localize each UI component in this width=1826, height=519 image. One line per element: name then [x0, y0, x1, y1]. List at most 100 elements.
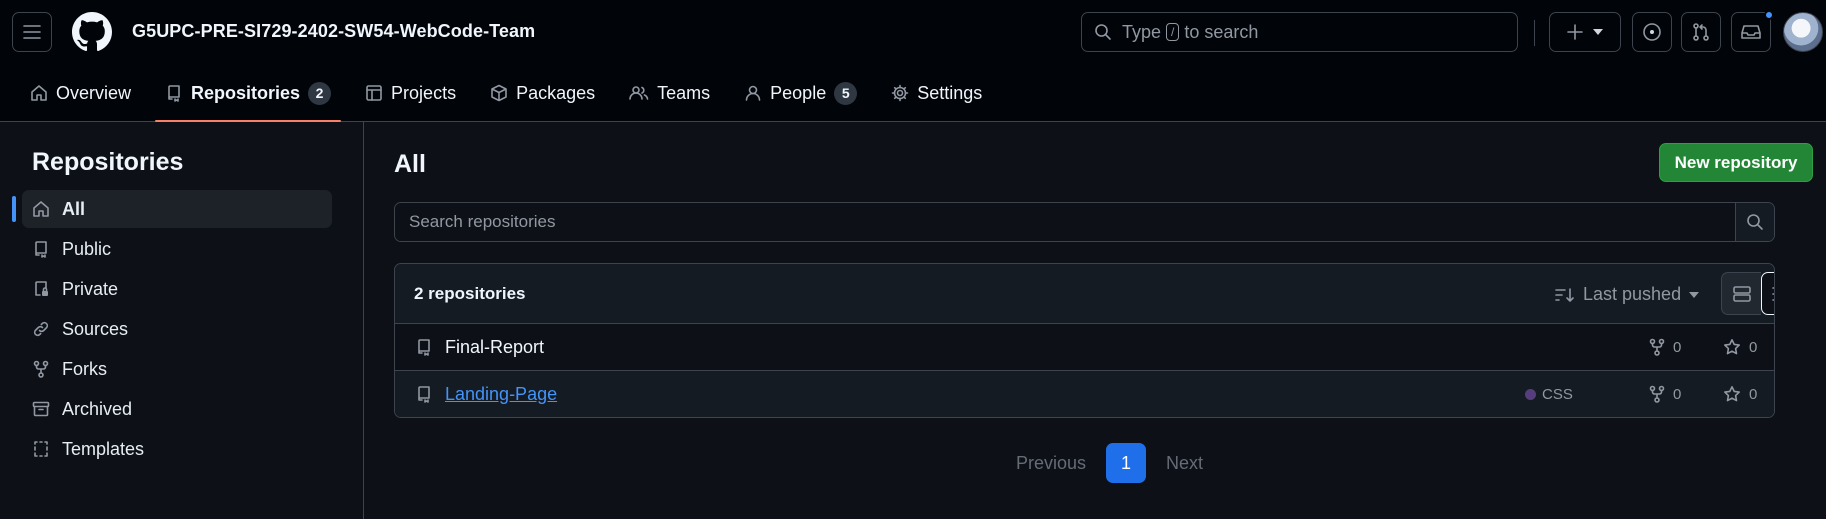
- link-icon: [32, 320, 50, 338]
- current-page-button[interactable]: 1: [1106, 443, 1147, 483]
- repository-row: Final-Report 0 0: [395, 324, 1774, 371]
- repository-list-header: 2 repositories Last pushed: [395, 264, 1774, 324]
- repository-list: 2 repositories Last pushed Final-Report …: [394, 263, 1775, 418]
- comfortable-view-button[interactable]: [1721, 272, 1761, 315]
- create-new-button[interactable]: [1549, 12, 1621, 52]
- search-icon: [1746, 213, 1764, 231]
- global-header: G5UPC-PRE-SI729-2402-SW54-WebCode-Team T…: [0, 0, 1826, 122]
- fork-icon: [1649, 385, 1665, 403]
- next-page-button[interactable]: Next: [1160, 453, 1209, 474]
- inbox-icon: [1741, 22, 1761, 42]
- plus-icon: [1567, 24, 1583, 40]
- search-hint: Type / to search: [1122, 22, 1258, 43]
- people-count-badge: 5: [834, 81, 858, 105]
- sidebar-item-sources[interactable]: Sources: [22, 310, 332, 348]
- sidebar-item-label: Private: [62, 278, 119, 299]
- tab-settings[interactable]: Settings: [881, 70, 992, 116]
- star-count-value: 0: [1749, 385, 1758, 403]
- tab-people[interactable]: People 5: [734, 70, 867, 116]
- star-count-value: 0: [1749, 338, 1758, 356]
- sort-dropdown[interactable]: Last pushed: [1555, 284, 1700, 305]
- your-issues-button[interactable]: [1632, 12, 1672, 52]
- repository-row: Landing-Page CSS 0 0: [395, 371, 1774, 417]
- git-pull-request-icon: [1691, 22, 1711, 42]
- star-count[interactable]: 0: [1723, 385, 1757, 403]
- repository-language: CSS: [1525, 386, 1573, 403]
- global-search-input[interactable]: Type / to search: [1081, 12, 1518, 52]
- tab-projects-label: Projects: [391, 82, 457, 103]
- your-pull-requests-button[interactable]: [1681, 12, 1721, 52]
- sidebar-title: Repositories: [32, 148, 184, 176]
- tab-projects[interactable]: Projects: [355, 70, 466, 116]
- tab-people-label: People: [770, 82, 827, 103]
- sort-desc-icon: [1555, 287, 1575, 303]
- fork-icon: [1649, 338, 1665, 356]
- fork-icon: [32, 360, 50, 378]
- star-icon: [1723, 385, 1741, 403]
- org-name[interactable]: G5UPC-PRE-SI729-2402-SW54-WebCode-Team: [132, 21, 535, 42]
- repository-search-input[interactable]: [395, 203, 1735, 241]
- github-logo-icon[interactable]: [72, 12, 112, 52]
- search-hint-prefix: Type: [1122, 21, 1162, 42]
- sidebar-item-templates[interactable]: Templates: [22, 430, 332, 468]
- search-hint-suffix: to search: [1184, 21, 1259, 42]
- compact-view-button[interactable]: [1761, 272, 1774, 315]
- previous-page-button[interactable]: Previous: [1010, 453, 1092, 474]
- tab-packages-label: Packages: [516, 82, 596, 103]
- new-repository-button[interactable]: New repository: [1659, 143, 1813, 182]
- tab-packages[interactable]: Packages: [480, 70, 605, 116]
- repository-name-link[interactable]: Landing-Page: [445, 384, 557, 405]
- repo-icon: [165, 84, 183, 102]
- repository-search-button[interactable]: [1735, 203, 1774, 241]
- sidebar-item-forks[interactable]: Forks: [22, 350, 332, 388]
- tab-teams-label: Teams: [657, 82, 711, 103]
- tab-overview[interactable]: Overview: [20, 70, 141, 116]
- search-icon: [1094, 23, 1112, 41]
- page-title: All: [394, 150, 426, 178]
- sidebar-item-label: Sources: [62, 318, 129, 339]
- fork-count-value: 0: [1673, 385, 1682, 403]
- chevron-down-icon: [1689, 291, 1700, 298]
- language-color-dot: [1525, 389, 1536, 400]
- sidebar-item-archived[interactable]: Archived: [22, 390, 332, 428]
- repo-icon: [415, 338, 433, 356]
- hamburger-menu-icon: [23, 24, 41, 40]
- person-icon: [744, 84, 762, 102]
- home-icon: [30, 84, 48, 102]
- fork-count[interactable]: 0: [1649, 338, 1681, 356]
- repo-icon: [415, 385, 433, 403]
- chevron-down-icon: [1593, 29, 1603, 35]
- repositories-sidebar: Repositories All Public Private Sources …: [0, 122, 364, 519]
- sidebar-item-public[interactable]: Public: [22, 230, 332, 268]
- view-density-toggle: [1721, 272, 1774, 315]
- pagination: Previous 1 Next: [1010, 443, 1209, 483]
- lock-repo-icon: [32, 280, 50, 298]
- repositories-count-badge: 2: [308, 81, 332, 105]
- fork-count[interactable]: 0: [1649, 385, 1681, 403]
- sidebar-item-label: Forks: [62, 358, 107, 379]
- people-icon: [629, 84, 649, 102]
- unread-notification-indicator: [1764, 10, 1774, 20]
- repository-name-link[interactable]: Final-Report: [445, 337, 544, 358]
- table-icon: [365, 84, 383, 102]
- language-label: CSS: [1542, 386, 1573, 403]
- user-avatar[interactable]: [1783, 12, 1823, 52]
- sidebar-item-all[interactable]: All: [12, 190, 332, 228]
- open-menu-button[interactable]: [12, 12, 52, 52]
- tab-repositories[interactable]: Repositories 2: [155, 70, 342, 122]
- header-divider: [1534, 20, 1535, 46]
- org-nav-tabs: Overview Repositories 2 Projects Package…: [0, 70, 1006, 122]
- star-count[interactable]: 0: [1723, 338, 1757, 356]
- tab-teams[interactable]: Teams: [619, 70, 720, 116]
- sidebar-item-label: All: [62, 198, 86, 219]
- sidebar-item-private[interactable]: Private: [22, 270, 332, 308]
- sidebar-item-label: Archived: [62, 398, 133, 419]
- tab-settings-label: Settings: [917, 82, 983, 103]
- sidebar-item-label: Templates: [62, 438, 145, 459]
- repository-count: 2 repositories: [414, 284, 526, 303]
- issue-opened-icon: [1642, 22, 1662, 42]
- fork-count-value: 0: [1673, 338, 1682, 356]
- package-icon: [490, 84, 508, 102]
- repo-icon: [32, 240, 50, 258]
- rows-icon: [1732, 285, 1752, 303]
